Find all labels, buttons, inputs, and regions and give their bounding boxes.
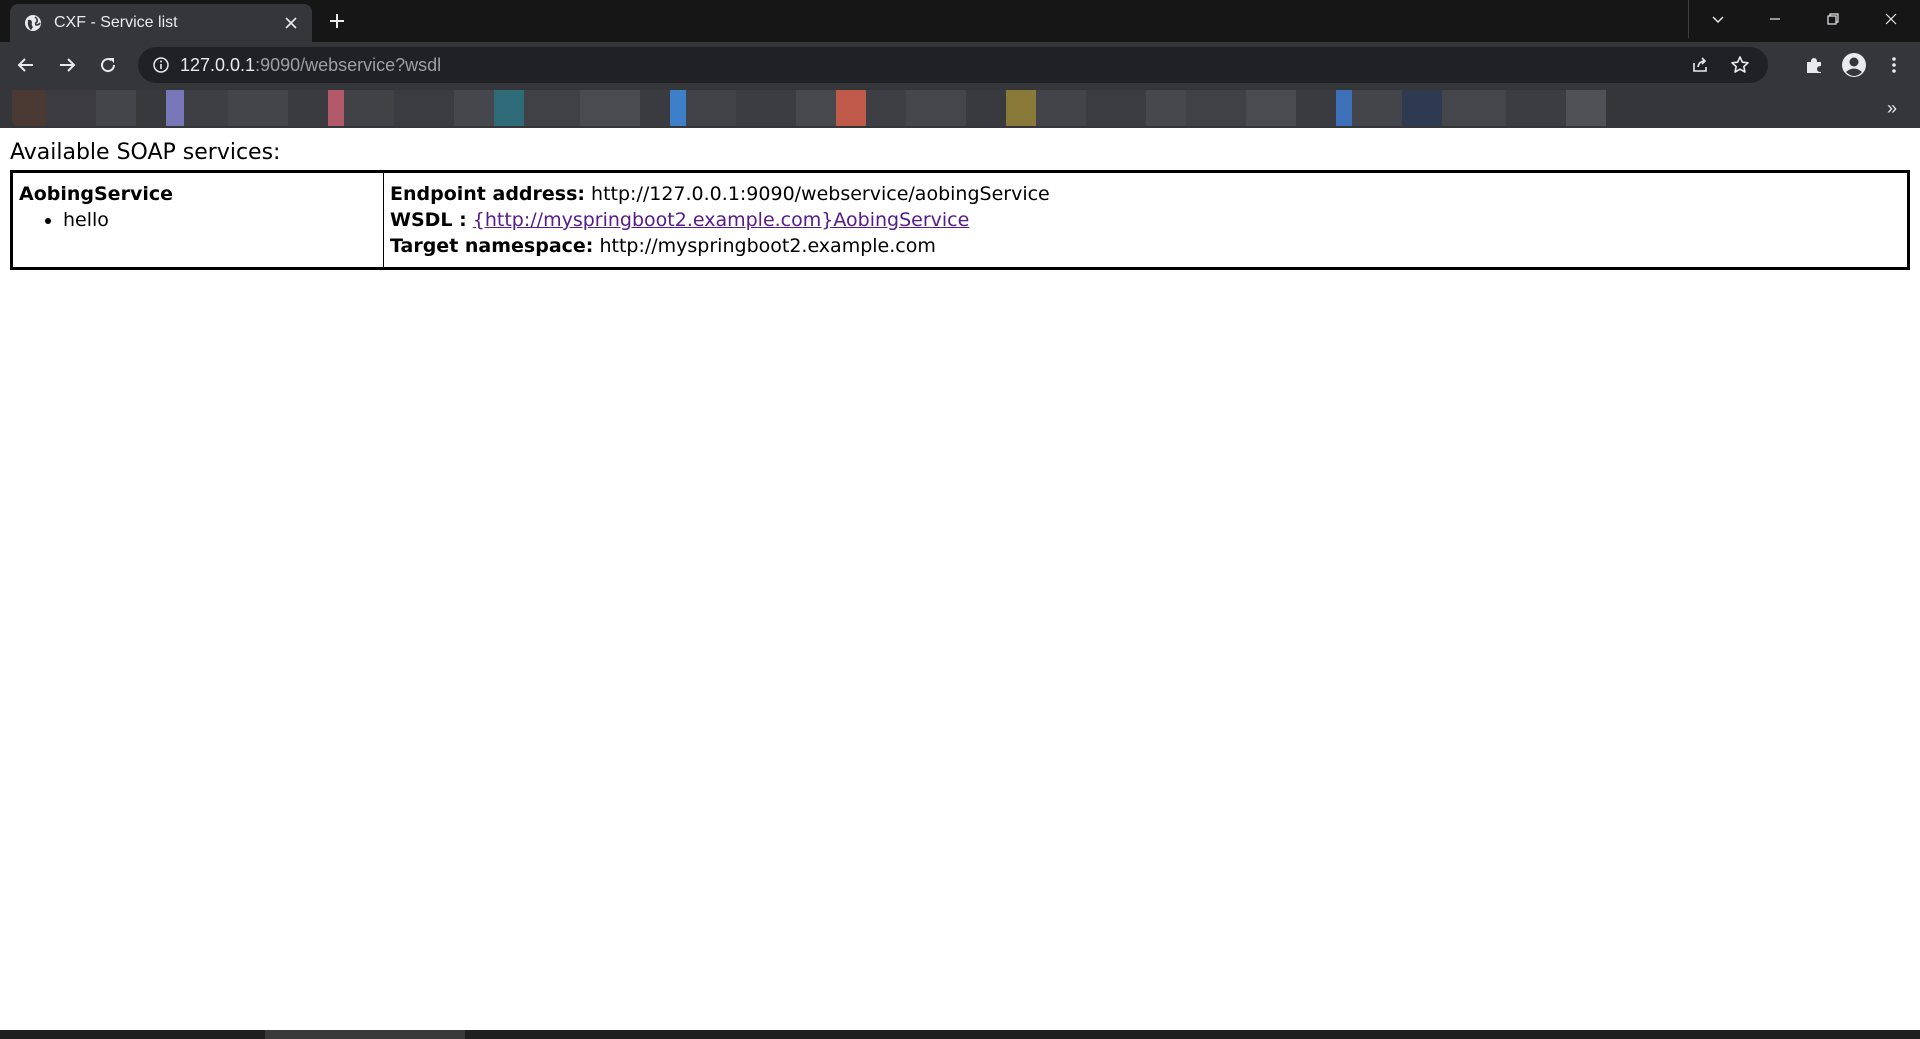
plus-icon (330, 14, 344, 28)
url-path: :9090/webservice?wsdl (255, 54, 442, 75)
browser-toolbar: 127.0.0.1:9090/webservice?wsdl (0, 42, 1920, 88)
back-button[interactable] (10, 49, 42, 81)
restore-button[interactable] (1804, 0, 1862, 38)
tab-strip: CXF - Service list (0, 0, 1920, 42)
service-name-cell: AobingService hello (11, 171, 384, 269)
reload-button[interactable] (92, 49, 124, 81)
bookmark-star-button[interactable] (1720, 49, 1760, 81)
extensions-button[interactable] (1794, 49, 1834, 81)
bookmarks-bar: » (0, 88, 1920, 128)
close-window-button[interactable] (1862, 0, 1920, 38)
avatar-icon (1842, 53, 1866, 77)
address-bar[interactable]: 127.0.0.1:9090/webservice?wsdl (138, 47, 1768, 83)
wsdl-link[interactable]: {http://myspringboot2.example.com}Aobing… (473, 209, 970, 231)
url-host: 127.0.0.1 (180, 54, 256, 75)
bookmarks-obscured (12, 90, 1778, 126)
info-icon[interactable] (150, 54, 172, 76)
endpoint-value: http://127.0.0.1:9090/webservice/aobingS… (591, 183, 1050, 205)
toolbar-actions (1794, 49, 1914, 81)
taskbar-strip (0, 1030, 1920, 1039)
service-details-cell: Endpoint address: http://127.0.0.1:9090/… (383, 171, 1909, 269)
menu-button[interactable] (1874, 49, 1914, 81)
arrow-right-icon (60, 58, 76, 72)
window-controls (1688, 0, 1920, 38)
address-bar-actions (1680, 49, 1760, 81)
bookmarks-overflow-button[interactable]: » (1878, 94, 1906, 122)
page-content: Available SOAP services: AobingService h… (0, 128, 1920, 1030)
profile-button[interactable] (1834, 49, 1874, 81)
browser-chrome: CXF - Service list 127.0.0.1:9090/webse… (0, 0, 1920, 128)
globe-icon (24, 14, 42, 32)
kebab-menu-icon (1892, 57, 1896, 73)
tab-cxf-service-list[interactable]: CXF - Service list (10, 4, 312, 42)
service-name: AobingService (19, 183, 173, 205)
arrow-left-icon (17, 58, 33, 72)
wsdl-row: WSDL : {http://myspringboot2.example.com… (390, 207, 1901, 233)
new-tab-button[interactable] (320, 6, 354, 36)
close-icon (1885, 13, 1897, 25)
forward-button[interactable] (51, 49, 83, 81)
endpoint-row: Endpoint address: http://127.0.0.1:9090/… (390, 181, 1901, 207)
minimize-button[interactable] (1746, 0, 1804, 38)
operation-list: hello (19, 207, 377, 233)
wsdl-label: WSDL : (390, 209, 467, 231)
chevron-down-icon (1711, 16, 1724, 24)
puzzle-icon (1807, 58, 1821, 73)
minimize-icon (1770, 18, 1780, 20)
namespace-value: http://myspringboot2.example.com (599, 235, 936, 257)
list-item: hello (63, 207, 377, 233)
share-button[interactable] (1680, 49, 1720, 81)
share-icon (1693, 57, 1707, 72)
restore-icon (1827, 13, 1839, 25)
namespace-row: Target namespace: http://myspringboot2.e… (390, 233, 1901, 259)
reload-icon (101, 58, 116, 73)
services-table: AobingService hello Endpoint address: ht… (10, 170, 1910, 270)
tab-title: CXF - Service list (54, 14, 178, 31)
table-row: AobingService hello Endpoint address: ht… (11, 171, 1909, 269)
star-icon (1731, 56, 1749, 73)
close-icon[interactable] (282, 14, 300, 32)
page-title: Available SOAP services: (10, 140, 281, 165)
taskbar-item[interactable] (265, 1030, 465, 1039)
search-tabs-button[interactable] (1688, 0, 1746, 38)
endpoint-label: Endpoint address: (390, 183, 585, 205)
namespace-label: Target namespace: (390, 235, 594, 257)
